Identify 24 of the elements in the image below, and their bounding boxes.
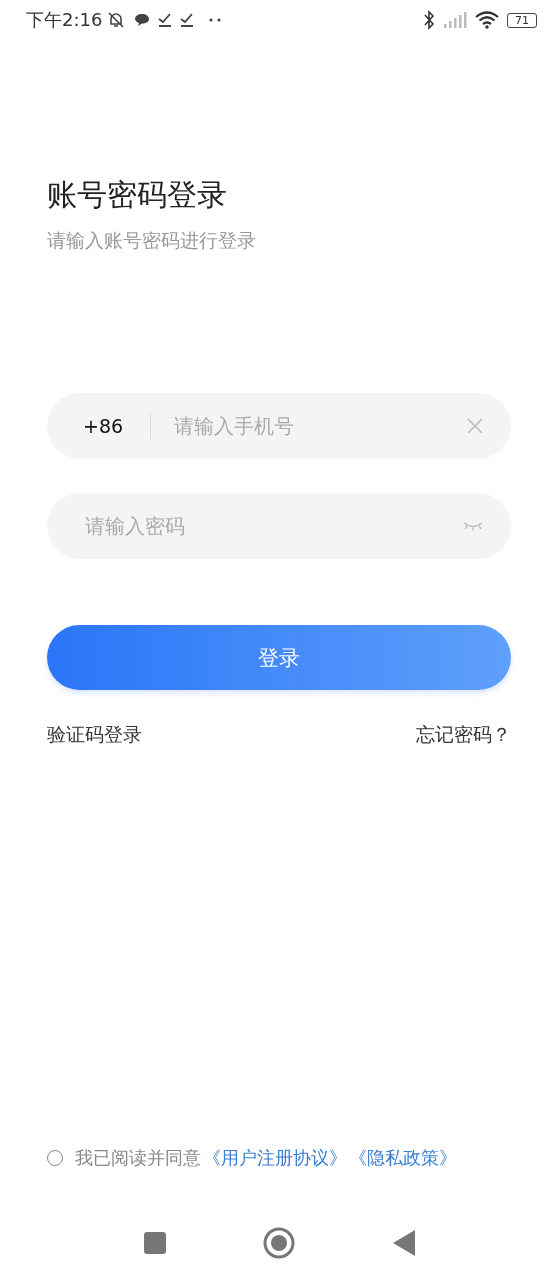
back-icon[interactable]	[393, 1230, 416, 1256]
more-dots-icon	[208, 17, 223, 23]
text-link[interactable]: 忘记密码？	[416, 720, 511, 748]
page-subtitle: 请输入账号密码进行登录	[47, 228, 257, 253]
policy-link[interactable]: 《用户注册协议》	[203, 1144, 347, 1172]
bluetooth-icon	[423, 10, 435, 30]
check-icon	[158, 13, 173, 27]
text-link[interactable]: 验证码登录	[47, 720, 142, 748]
phone-field[interactable]: +86 请输入手机号	[47, 393, 511, 459]
recents-icon[interactable]	[143, 1232, 166, 1254]
agreement-text: 我已阅读并同意	[75, 1146, 201, 1170]
country-code[interactable]: +86	[83, 415, 124, 437]
battery-indicator: 71	[507, 12, 537, 28]
password-field[interactable]: 请输入密码	[47, 493, 511, 559]
phone-input[interactable]: 请输入手机号	[172, 413, 467, 439]
signal-icon	[443, 12, 467, 28]
check-icon	[180, 13, 195, 27]
wifi-icon	[475, 11, 499, 29]
chat-bubble-icon	[134, 13, 151, 27]
password-input[interactable]: 请输入密码	[83, 513, 463, 539]
policy-link[interactable]: 《隐私政策》	[349, 1144, 457, 1172]
page-title: 账号密码登录	[47, 176, 228, 214]
status-time: 下午2:16	[26, 8, 103, 32]
home-icon[interactable]	[263, 1227, 296, 1259]
